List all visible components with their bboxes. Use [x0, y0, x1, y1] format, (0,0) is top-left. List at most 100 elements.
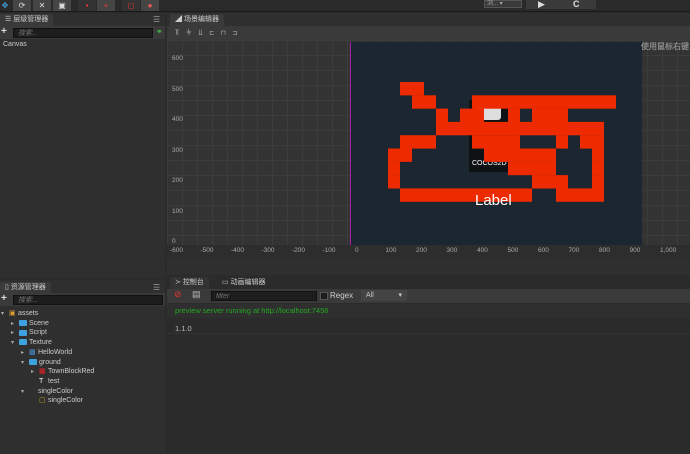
refresh-button[interactable]: C — [573, 0, 580, 9]
console-tab-label: 控制台 — [182, 279, 204, 286]
canvas-node[interactable]: COCOS2D Label — [350, 42, 642, 249]
x-axis-tick: 500 — [507, 247, 519, 254]
asset-label: singleColor — [38, 387, 74, 395]
hierarchy-panel: ☰ 层级管理器 ☰ + ⚭ Canvas — [0, 13, 165, 278]
text-file-icon: T — [39, 377, 44, 385]
asset-label: Scene — [29, 319, 49, 327]
x-axis-tick: 0 — [355, 247, 359, 254]
red-tile — [532, 175, 568, 189]
web-preview-button[interactable]: ◻ — [122, 0, 140, 11]
regex-label: Regex — [330, 291, 354, 300]
regex-checkbox[interactable] — [320, 292, 328, 300]
red-tile — [388, 175, 400, 189]
save-log-icon[interactable]: ▤ — [192, 289, 201, 300]
label-node[interactable]: Label — [475, 192, 512, 209]
red-tile — [592, 161, 604, 176]
red-tile — [508, 161, 556, 176]
console-filter-input[interactable] — [211, 291, 317, 301]
red-tile — [472, 95, 616, 109]
red-tile — [532, 108, 568, 122]
asset-label: test — [48, 377, 60, 385]
asset-item[interactable]: ▸ Script — [11, 328, 47, 338]
collapse-arrow-icon[interactable]: ▸ — [11, 319, 19, 329]
folder-icon — [19, 319, 27, 326]
expand-arrow-icon[interactable]: ▾ — [21, 387, 29, 397]
x-axis-tick: -300 — [261, 247, 275, 254]
assets-search-input[interactable] — [13, 295, 163, 305]
add-asset-button[interactable]: + — [1, 293, 7, 304]
x-axis-tick: -100 — [322, 247, 336, 254]
asset-item[interactable]: Ttest — [31, 377, 59, 387]
anchor-local-button[interactable]: ▪ — [78, 0, 96, 11]
red-tile — [400, 82, 424, 96]
asset-item[interactable]: ▸ ▩ HelloWorld — [21, 348, 72, 358]
y-axis-tick: 200 — [172, 177, 183, 184]
x-axis-tick: 800 — [599, 247, 610, 254]
x-axis-tick: 1,000 — [660, 247, 677, 254]
asset-item[interactable]: ▾ Texture — [11, 338, 52, 348]
link-icon[interactable]: ⚭ — [156, 27, 163, 36]
x-axis-tick: -500 — [200, 247, 214, 254]
rect-tool-button[interactable]: ▣ — [53, 0, 71, 11]
asset-item[interactable]: ▸ ▦ TownBlockRed — [31, 367, 94, 377]
animation-tab[interactable]: ▭ 动画编辑器 — [217, 277, 271, 289]
console-tab[interactable]: ≻ 控制台 — [170, 277, 209, 289]
collapse-arrow-icon[interactable]: ▸ — [21, 348, 29, 358]
y-axis-tick: 300 — [172, 146, 183, 154]
platform-select[interactable]: 浏... ▾ — [484, 0, 522, 8]
red-tile — [472, 135, 520, 149]
add-node-button[interactable]: + — [1, 26, 7, 37]
asset-item[interactable]: ▾ ground — [21, 358, 61, 368]
folder-icon — [19, 329, 27, 336]
red-tile — [580, 135, 604, 149]
log-line: preview server running at http://localho… — [175, 306, 329, 315]
panel-menu-icon[interactable]: ☰ — [153, 15, 160, 24]
x-axis-tick: 400 — [477, 247, 488, 254]
image-icon: ▩ — [29, 348, 36, 356]
align-toolbar[interactable]: ⫪⫩⫫⊏⊓⊐ — [167, 26, 690, 40]
expand-arrow-icon[interactable]: ▾ — [21, 358, 29, 368]
device-preview-button[interactable]: ● — [141, 0, 159, 11]
scale-tool-button[interactable]: ✕ — [33, 0, 51, 11]
play-button[interactable]: ▶ — [538, 0, 545, 10]
x-axis-tick: 200 — [416, 247, 427, 254]
red-tile — [436, 121, 604, 136]
x-axis-tick: -400 — [231, 247, 245, 254]
asset-label: HelloWorld — [38, 348, 73, 356]
platform-select-value: 浏... — [487, 1, 499, 7]
expand-arrow-icon[interactable]: ▾ — [1, 309, 9, 319]
move-tool-button[interactable]: ✥ — [0, 0, 10, 11]
asset-label: assets — [18, 310, 39, 317]
clear-console-icon[interactable]: ⊘ — [174, 289, 182, 300]
scene-panel: ◢ 场景编辑器 ⫪⫩⫫⊏⊓⊐ COCOS2D Label 使用鼠标右键 600 5… — [167, 13, 690, 275]
asset-label: singleColor — [48, 397, 84, 405]
asset-item[interactable]: ▸ Scene — [11, 319, 49, 329]
expand-arrow-icon[interactable]: ▾ — [11, 338, 19, 348]
collapse-arrow-icon[interactable]: ▸ — [11, 328, 19, 338]
panel-menu-icon[interactable]: ☰ — [153, 283, 160, 292]
red-texture-icon: ▦ — [39, 368, 46, 376]
collapse-arrow-icon[interactable]: ▸ — [31, 367, 39, 377]
asset-label: ground — [39, 358, 61, 366]
rotate-tool-button[interactable]: ⟳ — [13, 0, 31, 11]
asset-item[interactable]: ▾ singleColor — [21, 387, 73, 397]
hierarchy-tab[interactable]: ☰ 层级管理器 — [0, 14, 54, 26]
hierarchy-search-input[interactable] — [13, 28, 153, 38]
scene-title: 场景编辑器 — [183, 16, 219, 23]
scene-hint: 使用鼠标右键 — [641, 42, 689, 51]
scene-tab[interactable]: ◢ 场景编辑器 — [170, 14, 224, 26]
red-tile — [400, 188, 532, 202]
hierarchy-item-canvas[interactable]: Canvas — [3, 40, 27, 50]
main-toolbar: ✥ ⟳ ✕ ▣ ▪ + ◻ ● 浏... ▾ ▶ C — [0, 0, 690, 12]
x-axis-tick: 900 — [629, 247, 641, 254]
red-tile — [388, 148, 412, 162]
red-tile — [412, 95, 436, 109]
asset-item[interactable]: ▢ singleColor — [31, 396, 83, 406]
red-tile — [460, 108, 484, 122]
anchor-center-button[interactable]: + — [97, 0, 115, 11]
red-tile-map[interactable] — [351, 42, 643, 249]
y-axis-tick: 500 — [172, 85, 183, 93]
log-level-select[interactable]: All ▾ — [361, 290, 407, 301]
asset-label: Texture — [29, 339, 52, 347]
asset-item[interactable]: ▾ ▣ assets — [1, 309, 38, 319]
